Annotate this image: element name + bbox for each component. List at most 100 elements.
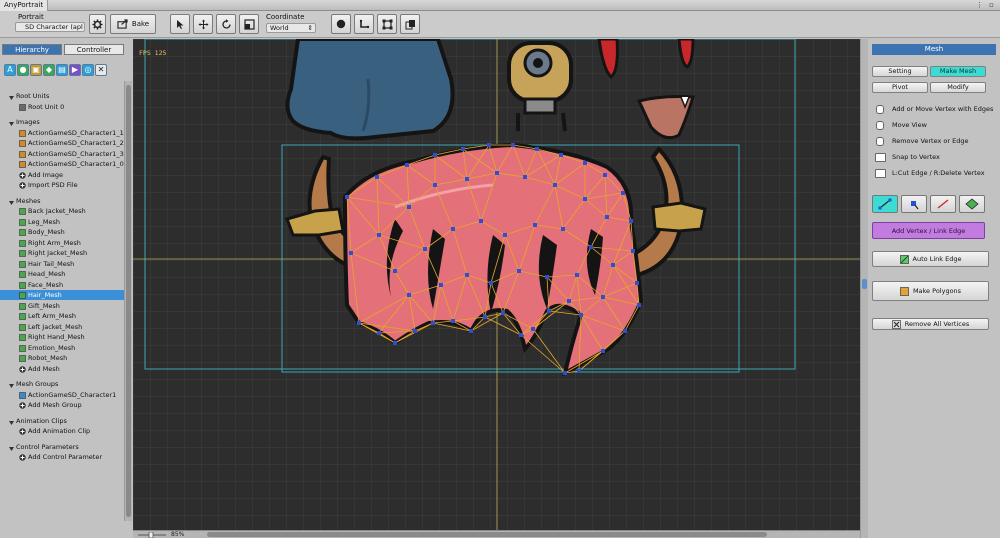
mesh-vertex[interactable] xyxy=(561,227,565,231)
vertex-mode-button[interactable] xyxy=(901,195,927,213)
filter-all-icon[interactable]: A xyxy=(4,64,16,76)
tree-item[interactable]: Root Unit 0 xyxy=(0,102,124,112)
mesh-vertex[interactable] xyxy=(433,183,437,187)
tree-add-item[interactable]: Add Image xyxy=(0,170,124,180)
select-tool-button[interactable] xyxy=(170,14,190,34)
mesh-vertex[interactable] xyxy=(357,321,361,325)
filter-close-icon[interactable]: ✕ xyxy=(95,64,107,76)
cut-edge-mode-button[interactable] xyxy=(930,195,956,213)
tab-hierarchy[interactable]: Hierarchy xyxy=(2,44,62,55)
settings-button[interactable] xyxy=(89,14,106,34)
mesh-vertex[interactable] xyxy=(583,161,587,165)
tree-item[interactable]: ActionGameSD_Character1_3 xyxy=(0,149,124,159)
tree-item[interactable]: Emotion_Mesh xyxy=(0,343,124,353)
mesh-vertex[interactable] xyxy=(523,175,527,179)
viewport-vscroll[interactable] xyxy=(860,39,868,538)
mesh-vertex[interactable] xyxy=(375,175,379,179)
tree-section[interactable]: Animation Clips xyxy=(0,416,124,426)
move-tool-button[interactable] xyxy=(193,14,213,34)
mesh-vertex[interactable] xyxy=(577,369,581,373)
tree-add-item[interactable]: Add Mesh Group xyxy=(0,400,124,410)
mesh-vertex[interactable] xyxy=(603,173,607,177)
tree-item[interactable]: Right Hand_Mesh xyxy=(0,332,124,342)
filter-root-icon[interactable]: ● xyxy=(17,64,29,76)
viewport-hscroll-thumb[interactable] xyxy=(207,532,767,537)
portrait-selector[interactable]: SD Character (apl xyxy=(15,22,85,32)
mesh-vertex[interactable] xyxy=(393,341,397,345)
mesh-vertex[interactable] xyxy=(605,215,609,219)
tree-item[interactable]: Body_Mesh xyxy=(0,227,124,237)
tree-item[interactable]: ActionGameSD_Character1 xyxy=(0,390,124,400)
mesh-vertex[interactable] xyxy=(503,233,507,237)
tree-item[interactable]: Right Arm_Mesh xyxy=(0,238,124,248)
add-vertex-link-edge-button[interactable]: Add Vertex / Link Edge xyxy=(872,222,985,239)
tree-add-item[interactable]: Add Mesh xyxy=(0,364,124,374)
tree-item[interactable]: ActionGameSD_Character1_0 xyxy=(0,159,124,169)
mesh-vertex[interactable] xyxy=(393,269,397,273)
viewport-vscroll-thumb[interactable] xyxy=(862,279,867,289)
mesh-vertex[interactable] xyxy=(533,223,537,227)
mesh-vertex[interactable] xyxy=(407,205,411,209)
mesh-visibility-button[interactable] xyxy=(377,14,397,34)
bake-button[interactable]: Bake xyxy=(110,14,156,34)
scale-tool-button[interactable] xyxy=(239,14,259,34)
auto-link-edge-button[interactable]: Auto Link Edge xyxy=(872,251,989,267)
viewport-canvas[interactable]: FPS 125 xyxy=(133,39,860,530)
remove-all-vertices-button[interactable]: Remove All Vertices xyxy=(872,318,989,330)
tree-item[interactable]: Right Jacket_Mesh xyxy=(0,248,124,258)
filter-param-icon[interactable]: ◎ xyxy=(82,64,94,76)
mesh-vertex[interactable] xyxy=(377,233,381,237)
mesh-vertex[interactable] xyxy=(439,283,443,287)
mesh-vertex[interactable] xyxy=(413,329,417,333)
mesh-vertex[interactable] xyxy=(575,273,579,277)
mesh-vertex[interactable] xyxy=(465,177,469,181)
onion-skin-button[interactable] xyxy=(331,14,351,34)
pivot-button[interactable]: Pivot xyxy=(872,82,928,93)
make-polygons-button[interactable]: Make Polygons xyxy=(872,281,989,301)
physics-button[interactable] xyxy=(400,14,420,34)
mesh-vertex[interactable] xyxy=(377,331,381,335)
mesh-vertex[interactable] xyxy=(579,313,583,317)
mesh-vertex[interactable] xyxy=(495,171,499,175)
mesh-vertex[interactable] xyxy=(629,219,633,223)
tree-add-item[interactable]: Import PSD File xyxy=(0,180,124,190)
filter-image-icon[interactable]: ▣ xyxy=(30,64,42,76)
hierarchy-scroll-thumb[interactable] xyxy=(126,85,131,517)
mesh-vertex[interactable] xyxy=(345,195,349,199)
mesh-vertex[interactable] xyxy=(631,249,635,253)
mesh-vertex[interactable] xyxy=(423,247,427,251)
menu-icon[interactable]: ⋮ xyxy=(976,2,983,9)
zoom-slider[interactable] xyxy=(137,532,167,538)
mesh-vertex[interactable] xyxy=(553,183,557,187)
tree-item[interactable]: Gift_Mesh xyxy=(0,301,124,311)
tree-item[interactable]: Left Arm_Mesh xyxy=(0,311,124,321)
mesh-vertex[interactable] xyxy=(465,273,469,277)
viewport-hscroll[interactable]: 85% xyxy=(133,530,860,538)
mesh-vertex[interactable] xyxy=(519,333,523,337)
tree-add-item[interactable]: Add Control Parameter xyxy=(0,452,124,462)
rotate-tool-button[interactable] xyxy=(216,14,236,34)
filter-mesh-icon[interactable]: ◆ xyxy=(43,64,55,76)
mesh-vertex[interactable] xyxy=(567,299,571,303)
mesh-vertex[interactable] xyxy=(487,143,491,147)
tree-item[interactable]: Hair_Mesh xyxy=(0,290,124,300)
mesh-vertex[interactable] xyxy=(511,143,515,147)
tree-section[interactable]: Images xyxy=(0,117,124,127)
bone-visibility-button[interactable] xyxy=(354,14,374,34)
close-icon[interactable]: ▫ xyxy=(988,2,995,9)
mesh-vertex[interactable] xyxy=(547,309,551,313)
mesh-vertex[interactable] xyxy=(405,163,409,167)
mesh-vertex[interactable] xyxy=(407,293,411,297)
tree-item[interactable]: Head_Mesh xyxy=(0,269,124,279)
tree-item[interactable]: Face_Mesh xyxy=(0,280,124,290)
tree-section[interactable]: Mesh Groups xyxy=(0,379,124,389)
mesh-vertex[interactable] xyxy=(451,319,455,323)
mesh-vertex[interactable] xyxy=(531,327,535,331)
mesh-vertex[interactable] xyxy=(451,227,455,231)
mesh-vertex[interactable] xyxy=(545,275,549,279)
tree-item[interactable]: Leg_Mesh xyxy=(0,217,124,227)
window-tab[interactable]: AnyPortrait xyxy=(0,0,49,11)
hierarchy-scrollbar[interactable] xyxy=(124,81,132,521)
mesh-vertex[interactable] xyxy=(433,153,437,157)
mesh-vertex[interactable] xyxy=(563,371,567,375)
